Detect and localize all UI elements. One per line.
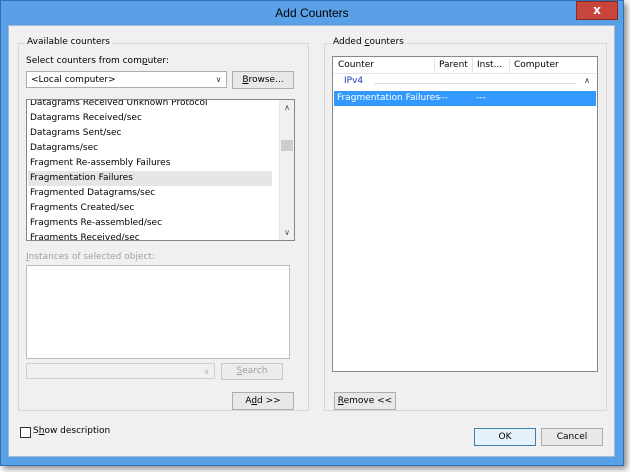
window-title: Add Counters — [275, 6, 349, 20]
search-combo[interactable]: ∨ — [26, 363, 215, 379]
counters-scrollbar[interactable]: ∧ ∨ — [279, 100, 294, 240]
scroll-up-icon[interactable]: ∧ — [280, 100, 294, 115]
scroll-down-icon[interactable]: ∨ — [280, 225, 294, 240]
list-item[interactable]: Fragment Re-assembly Failures — [30, 156, 170, 171]
list-item[interactable]: Datagrams Received Unknown Protocol — [30, 100, 207, 111]
added-counters-label: Added counters — [331, 37, 406, 47]
scroll-thumb[interactable] — [281, 140, 293, 151]
chevron-down-icon: ∨ — [215, 75, 222, 84]
column-header-counter[interactable]: Counter — [334, 58, 435, 73]
add-button[interactable]: Add >> — [232, 392, 294, 410]
list-item[interactable]: Fragmented Datagrams/sec — [30, 186, 155, 201]
select-computer-label: Select counters from computer: — [26, 56, 169, 66]
search-button[interactable]: Search — [221, 363, 283, 380]
instances-label: Instances of selected object: — [26, 252, 155, 262]
table-row[interactable]: Fragmentation Failures --- --- — [334, 91, 596, 106]
show-description-checkbox[interactable] — [20, 427, 31, 438]
list-item[interactable]: Datagrams Sent/sec — [30, 126, 121, 141]
row-parent: --- — [438, 93, 448, 103]
browse-button[interactable]: Browse... — [232, 71, 294, 89]
list-item[interactable]: Datagrams/sec — [30, 141, 98, 156]
close-button[interactable]: x — [576, 1, 618, 20]
chevron-up-icon[interactable]: ∧ — [584, 76, 590, 85]
column-header-parent[interactable]: Parent — [435, 58, 473, 73]
counter-group-divider — [374, 83, 576, 84]
column-header-instance[interactable]: Inst... — [473, 58, 510, 73]
row-counter: Fragmentation Failures — [337, 93, 440, 103]
computer-combo[interactable]: <Local computer> ∨ — [26, 71, 227, 88]
instances-list[interactable] — [26, 265, 290, 359]
list-item[interactable]: Fragments Received/sec — [30, 231, 140, 240]
list-item-selected[interactable]: Fragmentation Failures — [28, 171, 272, 186]
counter-group-name: IPv4 — [344, 76, 364, 86]
list-item[interactable]: Fragments Created/sec — [30, 201, 134, 216]
column-header-computer[interactable]: Computer — [510, 58, 596, 73]
show-description-label[interactable]: Show description — [33, 426, 110, 436]
added-counters-list[interactable]: Counter Parent Inst... Computer IPv4 ∧ F… — [332, 56, 598, 372]
cancel-button[interactable]: Cancel — [541, 428, 603, 446]
row-instance: --- — [476, 93, 486, 103]
available-counters-group: Available counters Select counters from … — [18, 37, 309, 411]
add-counters-dialog: Add Counters x Available counters Select… — [0, 0, 624, 466]
remove-button[interactable]: Remove << — [334, 392, 396, 410]
counter-group-row[interactable]: IPv4 ∧ — [334, 74, 596, 90]
list-item[interactable]: Fragments Re-assembled/sec — [30, 216, 162, 231]
chevron-down-icon: ∨ — [203, 367, 210, 376]
added-counters-group: Added counters Counter Parent Inst... Co… — [324, 37, 607, 411]
computer-combo-value: <Local computer> — [31, 75, 116, 85]
available-counters-label: Available counters — [25, 37, 112, 47]
ok-button[interactable]: OK — [474, 428, 536, 446]
dialog-client-area: Available counters Select counters from … — [8, 25, 615, 457]
close-icon: x — [593, 3, 601, 17]
counters-list[interactable]: Datagrams Received Unknown Protocol Data… — [26, 99, 295, 241]
added-counters-header: Counter Parent Inst... Computer — [334, 58, 596, 74]
list-item[interactable]: Datagrams Received/sec — [30, 111, 142, 126]
title-bar[interactable]: Add Counters x — [1, 1, 623, 25]
